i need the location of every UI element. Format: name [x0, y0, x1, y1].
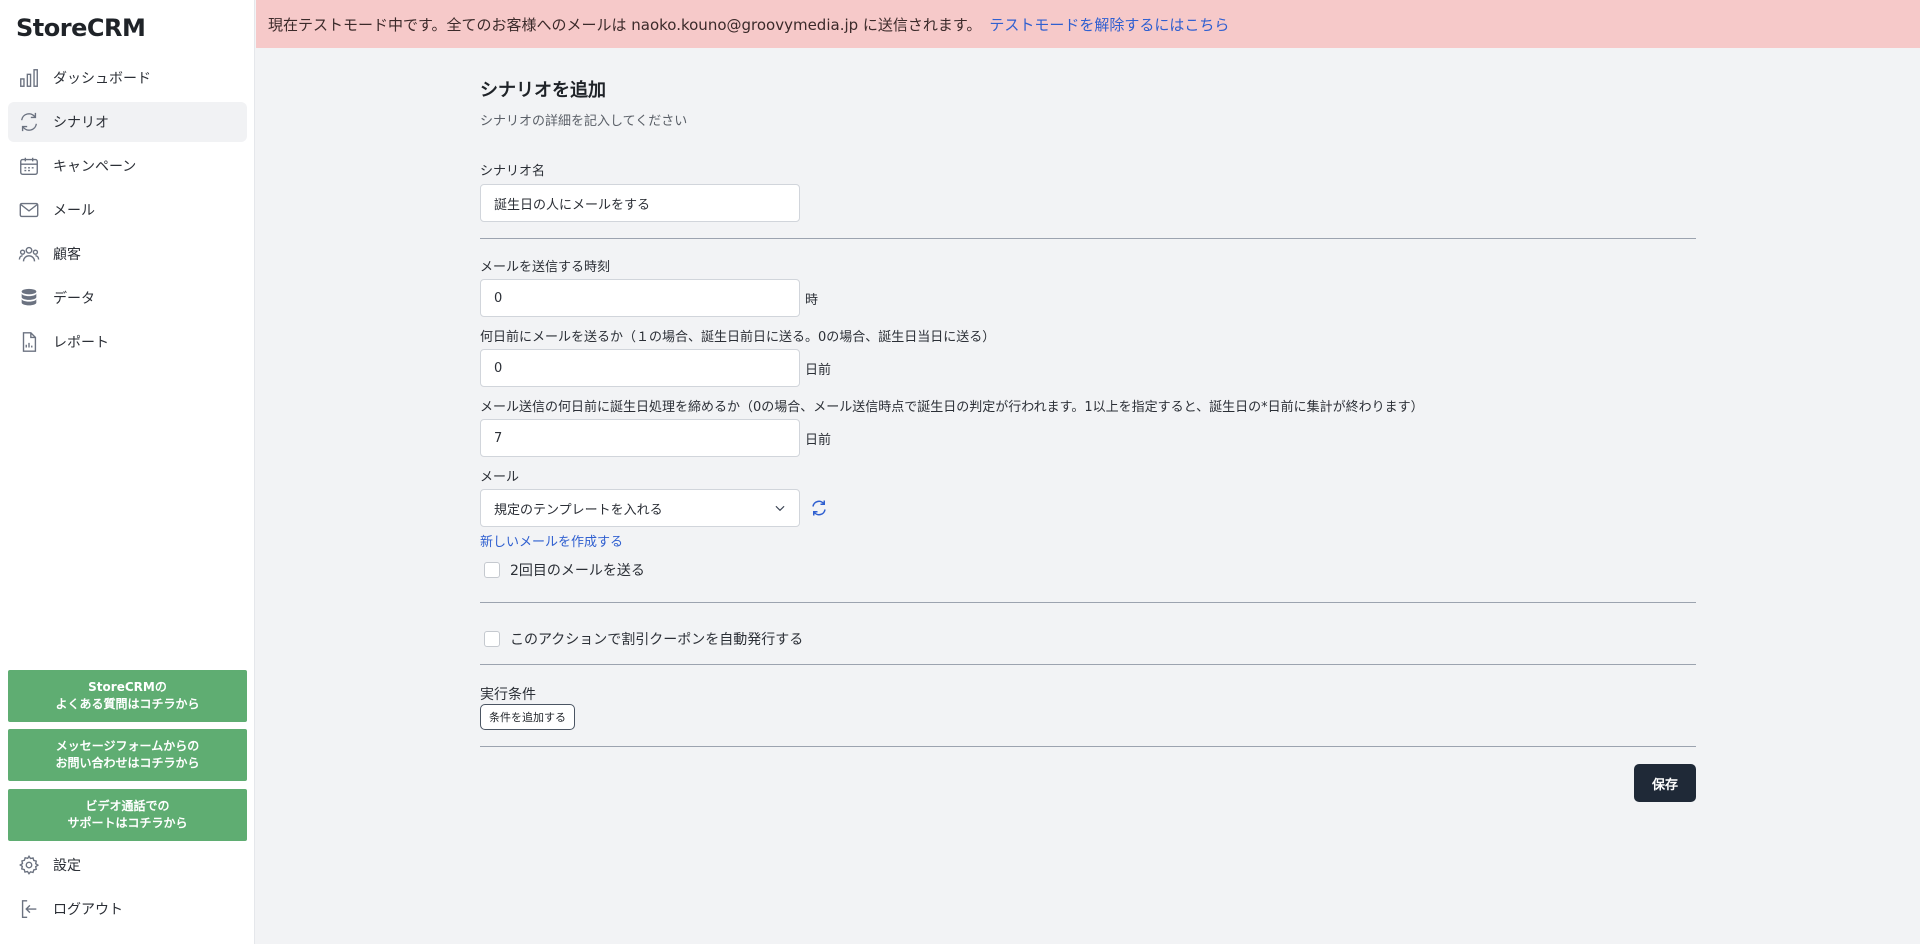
users-icon — [18, 243, 40, 265]
days-before-input[interactable] — [480, 349, 800, 387]
database-icon — [18, 287, 40, 309]
add-condition-button[interactable]: 条件を追加する — [480, 704, 575, 730]
sidebar-item-label: キャンペーン — [53, 159, 137, 175]
calendar-icon — [18, 155, 40, 177]
contact-form-button[interactable]: メッセージフォームからの お問い合わせはコチラから — [8, 729, 247, 781]
contact-form-button-line1: メッセージフォームからの — [55, 739, 200, 753]
sidebar-item-label: データ — [53, 291, 95, 307]
coupon-label: このアクションで割引クーポンを自動発行する — [510, 632, 804, 648]
second-mail-label: 2回目のメールを送る — [510, 563, 645, 579]
mail-template-select-value: 規定のテンプレートを入れる — [494, 502, 663, 518]
conditions-label: 実行条件 — [480, 687, 536, 703]
sidebar-item-label: シナリオ — [53, 115, 109, 131]
sidebar-item-logout[interactable]: ログアウト — [8, 889, 247, 929]
sidebar-item-dashboard[interactable]: ダッシュボード — [8, 58, 247, 98]
sidebar-item-label: 設定 — [53, 858, 81, 874]
sidebar-item-mail[interactable]: メール — [8, 190, 247, 230]
sidebar-bottom-nav: 設定 ログアウト — [8, 845, 247, 933]
scenario-name-label: シナリオ名 — [480, 164, 546, 179]
cutoff-days-label: メール送信の何日前に誕生日処理を締めるか（0の場合、メール送信時点で誕生日の判定… — [480, 400, 1424, 415]
sidebar-item-campaign[interactable]: キャンペーン — [8, 146, 247, 186]
sidebar-item-label: ログアウト — [53, 902, 123, 918]
gear-icon — [18, 854, 40, 876]
sidebar-item-label: メール — [53, 203, 95, 219]
save-button[interactable]: 保存 — [1634, 764, 1696, 802]
page-subtitle: シナリオの詳細を記入してください — [480, 114, 688, 129]
sidebar-item-label: ダッシュボード — [53, 71, 151, 87]
app-logo[interactable]: StoreCRM — [16, 14, 146, 42]
divider — [480, 602, 1696, 603]
faq-button-line2: よくある質問はコチラから — [55, 697, 200, 711]
sidebar-item-report[interactable]: レポート — [8, 322, 247, 362]
mail-icon — [18, 199, 40, 221]
mail-label: メール — [480, 470, 520, 485]
create-new-mail-link[interactable]: 新しいメールを作成する — [480, 531, 623, 550]
refresh-icon — [18, 111, 40, 133]
divider — [480, 746, 1696, 747]
cutoff-days-input[interactable] — [480, 419, 800, 457]
faq-button-line1: StoreCRMの — [88, 680, 167, 694]
days-before-unit: 日前 — [805, 363, 832, 378]
video-support-button[interactable]: ビデオ通話での サポートはコチラから — [8, 789, 247, 841]
mail-template-select[interactable]: 規定のテンプレートを入れる — [480, 489, 800, 527]
disable-test-mode-link[interactable]: テストモードを解除するにはこちら — [989, 14, 1229, 35]
coupon-checkbox-row[interactable]: このアクションで割引クーポンを自動発行する — [484, 629, 803, 649]
send-time-unit: 時 — [805, 293, 819, 308]
second-mail-checkbox[interactable] — [484, 562, 500, 578]
coupon-checkbox[interactable] — [484, 631, 500, 647]
logout-icon — [18, 898, 40, 920]
page-title: シナリオを追加 — [480, 80, 606, 101]
sidebar-item-settings[interactable]: 設定 — [8, 845, 247, 885]
bar-chart-icon — [18, 67, 40, 89]
video-support-button-line2: サポートはコチラから — [67, 816, 188, 830]
sidebar-item-data[interactable]: データ — [8, 278, 247, 318]
test-mode-message: 現在テストモード中です。全てのお客様へのメールは naoko.kouno@gro… — [268, 15, 982, 34]
scenario-name-input[interactable] — [480, 184, 800, 222]
contact-form-button-line2: お問い合わせはコチラから — [55, 756, 200, 770]
second-mail-checkbox-row[interactable]: 2回目のメールを送る — [484, 560, 645, 580]
divider — [480, 664, 1696, 665]
divider — [480, 238, 1696, 239]
chevron-down-icon — [775, 505, 785, 512]
report-icon — [18, 331, 40, 353]
days-before-label: 何日前にメールを送るか（１の場合、誕生日前日に送る。0の場合、誕生日当日に送る） — [480, 330, 996, 345]
sidebar: StoreCRM ダッシュボード シナリオ キャンペーン メール 顧客 データ … — [0, 0, 255, 944]
send-time-input[interactable] — [480, 279, 800, 317]
test-mode-banner: 現在テストモード中です。全てのお客様へのメールは naoko.kouno@gro… — [256, 0, 1920, 48]
sidebar-item-customers[interactable]: 顧客 — [8, 234, 247, 274]
send-time-label: メールを送信する時刻 — [480, 260, 611, 275]
faq-button[interactable]: StoreCRMの よくある質問はコチラから — [8, 670, 247, 722]
refresh-icon[interactable] — [810, 499, 828, 517]
sidebar-nav: ダッシュボード シナリオ キャンペーン メール 顧客 データ レポート — [8, 58, 247, 366]
sidebar-item-label: 顧客 — [53, 247, 81, 263]
sidebar-item-label: レポート — [53, 335, 109, 351]
sidebar-item-scenario[interactable]: シナリオ — [8, 102, 247, 142]
video-support-button-line1: ビデオ通話での — [85, 799, 170, 813]
cutoff-days-unit: 日前 — [805, 433, 832, 448]
